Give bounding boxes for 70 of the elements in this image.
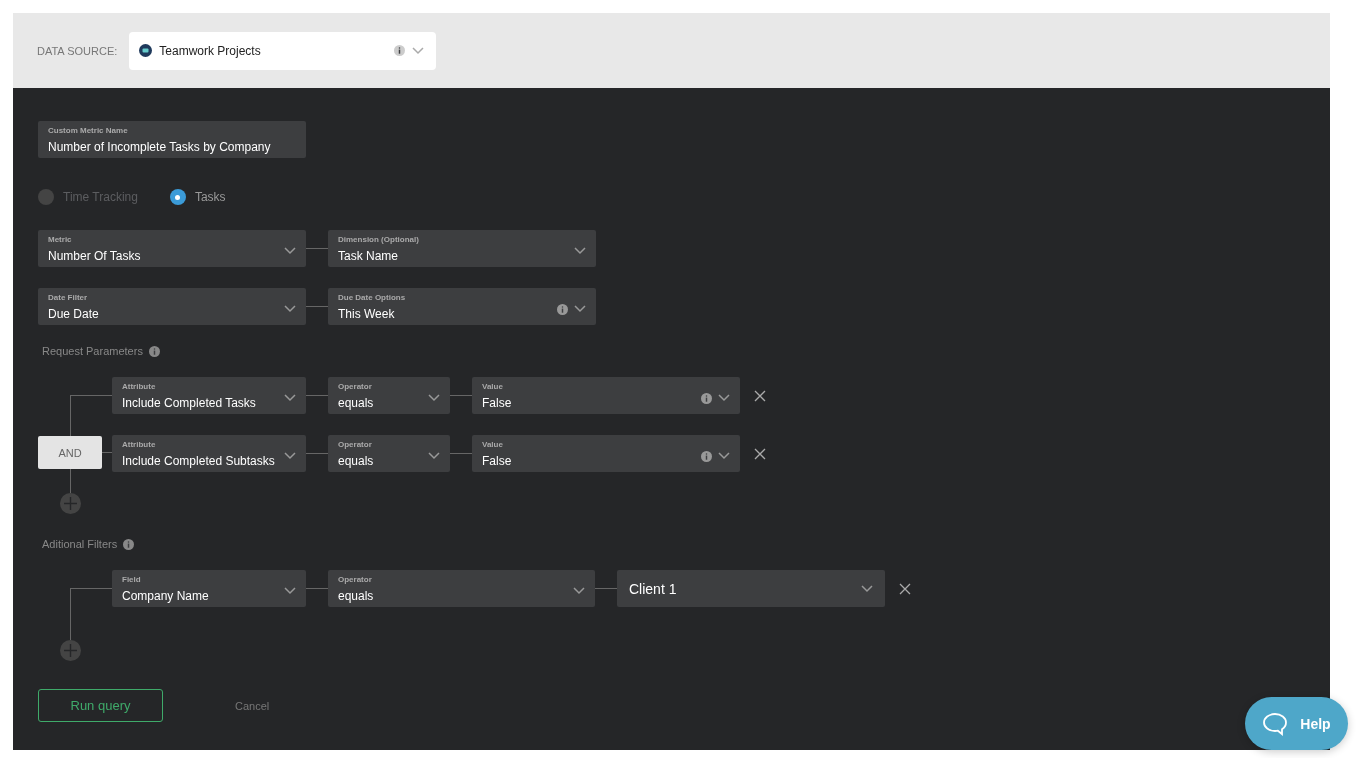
chat-bubble-icon (1262, 711, 1289, 736)
field-value: This Week (338, 306, 396, 322)
chevron-down-icon (428, 452, 440, 460)
dropdown-field[interactable]: Due Date Options This Week (328, 288, 596, 325)
field-label: Field (122, 575, 142, 585)
field-value: Client 1 (629, 579, 678, 598)
dropdown-field[interactable]: Attribute Include Completed Subtasks (112, 435, 306, 472)
dropdown-field[interactable]: Client 1 (617, 570, 885, 607)
field-value: equals (338, 453, 375, 469)
dropdown-field[interactable]: Value False (472, 377, 740, 414)
dropdown-field[interactable]: Date Filter Due Date (38, 288, 306, 325)
field-label: Operator (338, 382, 373, 392)
field-value: Company Name (122, 588, 210, 604)
dropdown-field[interactable]: Value False (472, 435, 740, 472)
chevron-down-icon (284, 394, 296, 402)
dropdown-field[interactable]: Dimension (Optional) Task Name (328, 230, 596, 267)
field-label: Operator (338, 575, 373, 585)
dropdown-field[interactable]: Field Company Name (112, 570, 306, 607)
chevron-down-icon (574, 305, 586, 313)
chevron-down-icon (718, 452, 730, 460)
field-label: Attribute (122, 440, 157, 450)
field-value: Include Completed Subtasks (122, 453, 276, 469)
chevron-down-icon (284, 247, 296, 255)
dropdown-field[interactable]: Metric Number Of Tasks (38, 230, 306, 267)
chevron-down-icon (718, 394, 730, 402)
field-value: Number Of Tasks (48, 248, 142, 264)
run-query-button[interactable]: Run query (38, 689, 163, 722)
metric-name-input[interactable]: Custom Metric Name Number of Incomplete Tasks by Company (38, 121, 306, 158)
field-label: Due Date Options (338, 293, 407, 303)
chevron-down-icon (861, 584, 873, 593)
close-icon[interactable] (754, 447, 766, 460)
info-icon (123, 538, 135, 550)
field-value: Number of Incomplete Tasks by Company (48, 139, 272, 155)
chevron-down-icon (412, 46, 425, 55)
dropdown-field[interactable]: Attribute Include Completed Tasks (112, 377, 306, 414)
close-icon[interactable] (899, 582, 911, 595)
chevron-down-icon (284, 452, 296, 460)
field-value: Include Completed Tasks (122, 395, 257, 411)
section-title: Aditional Filters (42, 538, 118, 550)
dropdown-field[interactable]: Operator equals (328, 570, 595, 607)
chevron-down-icon (284, 305, 296, 313)
field-value: False (482, 453, 513, 469)
chevron-down-icon (428, 394, 440, 402)
field-value: False (482, 395, 513, 411)
dropdown-field[interactable]: Operator equals (328, 435, 450, 472)
dropdown-field[interactable]: Operator equals (328, 377, 450, 414)
data-source-value: Teamwork Projects (159, 43, 262, 58)
field-value: equals (338, 588, 375, 604)
field-label: Operator (338, 440, 373, 450)
field-label: Value (482, 440, 504, 450)
field-value: equals (338, 395, 375, 411)
info-icon (148, 345, 160, 357)
field-value: Due Date (48, 306, 100, 322)
field-label: Dimension (Optional) (338, 235, 420, 245)
and-toggle[interactable]: AND (38, 436, 102, 469)
data-source-label: DATA SOURCE: (37, 44, 118, 57)
chevron-down-icon (573, 587, 585, 595)
app-logo-icon (139, 44, 153, 57)
close-icon[interactable] (754, 389, 766, 402)
field-label: Custom Metric Name (48, 126, 129, 136)
data-source-select[interactable]: Teamwork Projects (129, 31, 437, 70)
field-label: Date Filter (48, 293, 89, 303)
section-title: Request Parameters (42, 345, 143, 357)
field-label: Attribute (122, 382, 157, 392)
field-label: Metric (48, 235, 73, 245)
field-label: Value (482, 382, 504, 392)
chevron-down-icon (284, 587, 296, 595)
field-value: Task Name (338, 248, 400, 264)
chevron-down-icon (574, 247, 586, 255)
radio-option[interactable]: Tasks (169, 189, 226, 205)
